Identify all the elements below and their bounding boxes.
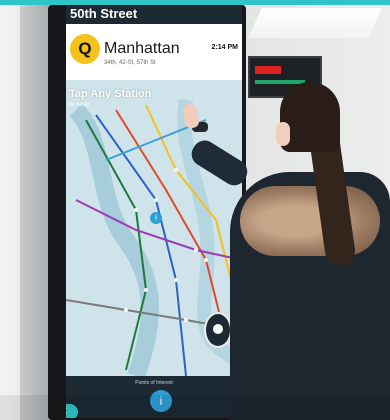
- station-name: 50th Street: [66, 6, 242, 24]
- subway-kiosk-photo: 50th Street Q Manhattan 34th, 42-St, 57t…: [0, 0, 390, 420]
- person-face: [276, 122, 290, 146]
- ceiling-light: [248, 8, 382, 38]
- clock: 2:14 PM: [211, 44, 238, 51]
- route-panel[interactable]: Q Manhattan 34th, 42-St, 57th St 2:14 PM: [66, 24, 242, 80]
- route-subtitle: 34th, 42-St, 57th St: [104, 60, 156, 66]
- floor-shadow: [0, 395, 390, 420]
- map-title: Tap Any Station: [69, 88, 152, 100]
- kiosk-side-panel: [20, 5, 50, 420]
- route-direction: Manhattan: [104, 40, 180, 57]
- map-subtitle: for travel: [69, 102, 89, 108]
- led-sign-red: [255, 66, 281, 74]
- person: [182, 82, 390, 420]
- person-fur-hood: [240, 186, 380, 256]
- route-q-bullet: Q: [70, 34, 100, 64]
- info-icon[interactable]: i: [150, 212, 162, 224]
